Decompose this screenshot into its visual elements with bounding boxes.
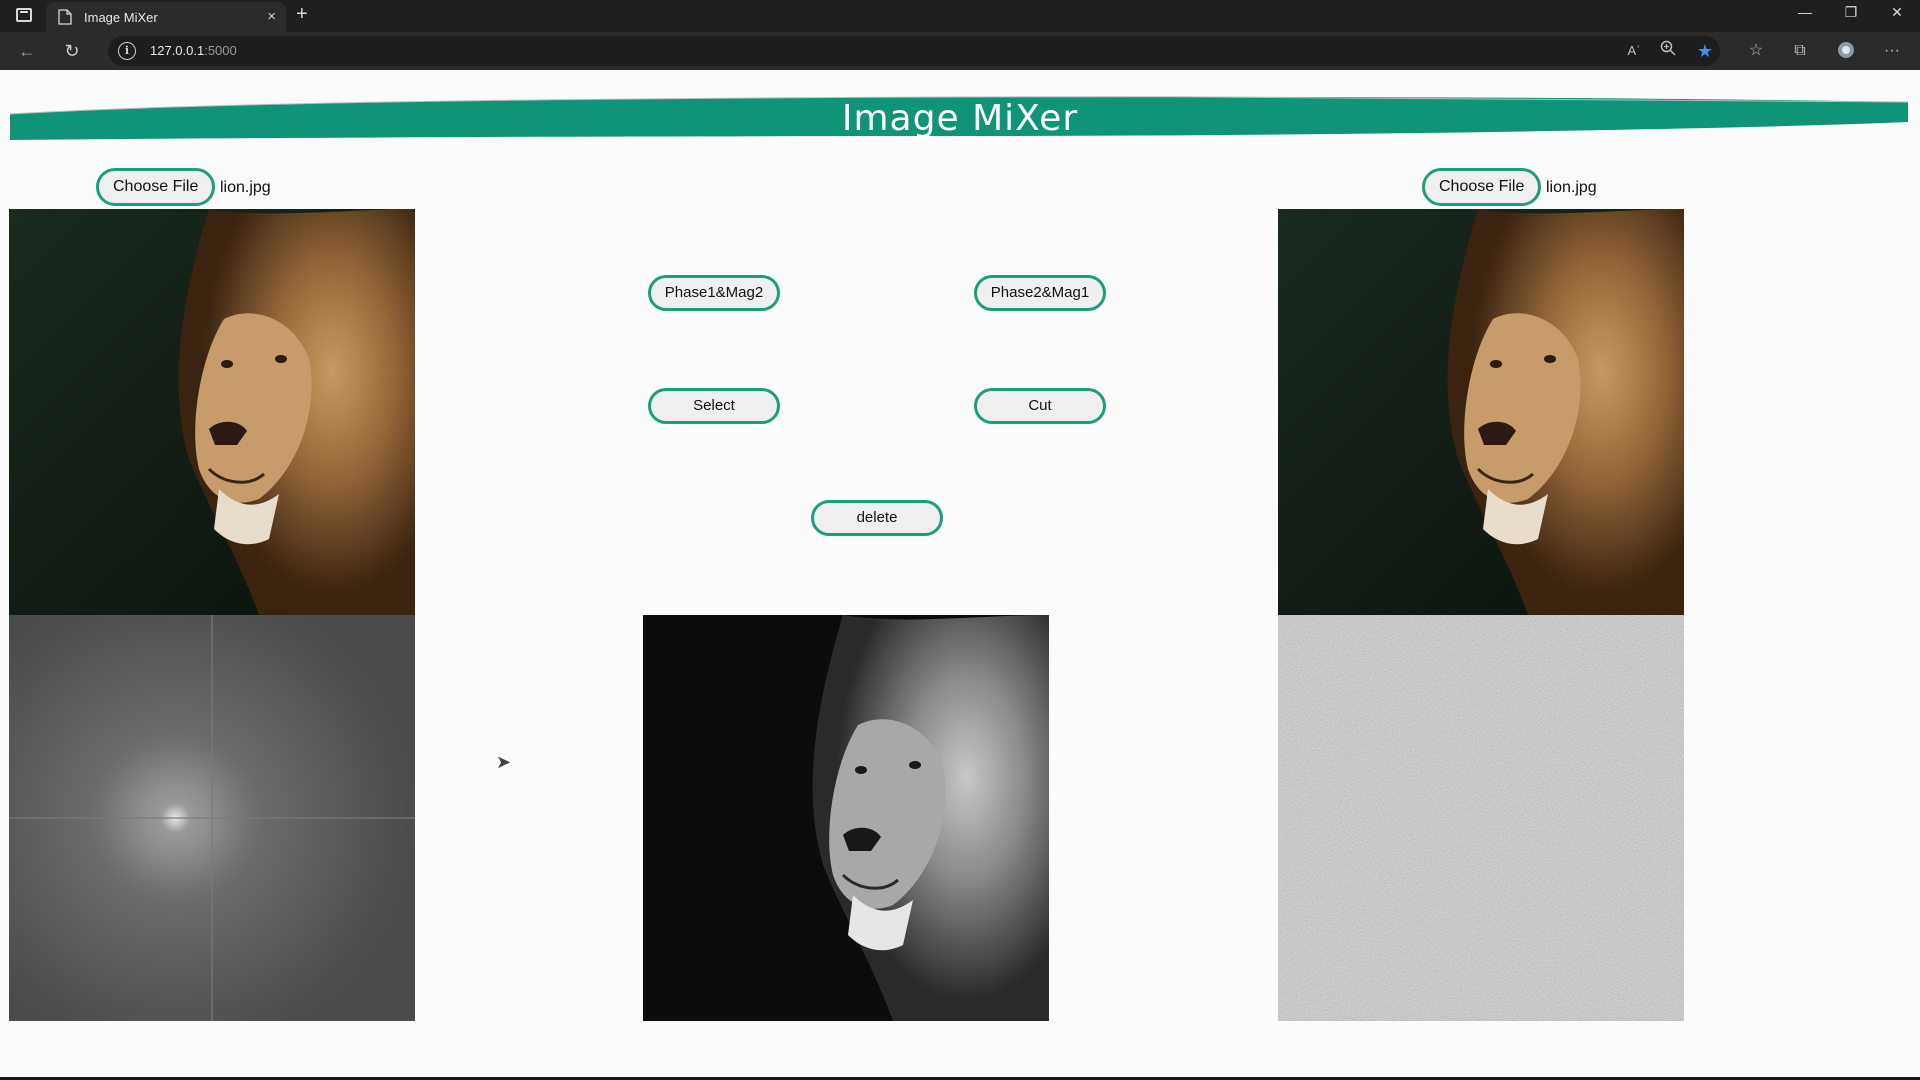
back-icon[interactable]: ← — [16, 40, 38, 62]
delete-button[interactable]: delete — [811, 500, 943, 536]
new-tab-button[interactable]: + — [296, 3, 308, 26]
browser-titlebar: Image MiXer × + — ❐ ✕ — [0, 0, 1920, 32]
phase2-mag1-button[interactable]: Phase2&Mag1 — [974, 275, 1106, 311]
page-icon — [58, 9, 72, 25]
read-aloud-icon[interactable]: Aʾ — [1622, 40, 1646, 62]
left-choose-file-button[interactable]: Choose File — [96, 168, 216, 206]
extensions-icon[interactable] — [1834, 40, 1858, 67]
browser-toolbar: ← ↻ i 127.0.0.1:5000 Aʾ ★ ☆ ⧉ ··· — [0, 32, 1920, 70]
mouse-cursor-icon: ➤ — [496, 752, 512, 772]
zoom-icon[interactable] — [1656, 40, 1680, 63]
url-text: 127.0.0.1:5000 — [150, 43, 237, 58]
right-choose-file-button[interactable]: Choose File — [1422, 168, 1542, 206]
cut-button[interactable]: Cut — [974, 388, 1106, 424]
more-menu-icon[interactable]: ··· — [1880, 40, 1904, 62]
right-phase-image — [1278, 615, 1684, 1021]
left-fft-image — [9, 615, 415, 1021]
phase1-mag2-button[interactable]: Phase1&Mag2 — [648, 275, 780, 311]
address-bar[interactable]: i 127.0.0.1:5000 — [108, 36, 1720, 66]
tab-close-icon[interactable]: × — [267, 8, 276, 25]
left-original-image — [9, 209, 415, 615]
minimize-button[interactable]: — — [1790, 4, 1820, 20]
right-original-image — [1278, 209, 1684, 615]
close-window-button[interactable]: ✕ — [1882, 4, 1912, 21]
output-image — [643, 615, 1049, 1021]
site-info-icon[interactable]: i — [118, 42, 136, 60]
restore-button[interactable]: ❐ — [1836, 4, 1866, 21]
left-file-name: lion.jpg — [220, 179, 271, 196]
browser-tab[interactable]: Image MiXer × — [46, 2, 286, 32]
tab-actions-icon[interactable] — [16, 8, 32, 22]
select-button[interactable]: Select — [648, 388, 780, 424]
tab-title: Image MiXer — [84, 10, 158, 25]
collections-icon[interactable]: ⧉ — [1788, 40, 1812, 62]
favorite-star-icon[interactable]: ★ — [1693, 40, 1717, 62]
favorites-icon[interactable]: ☆ — [1744, 40, 1768, 62]
page-title: Image MiXer — [841, 98, 1079, 139]
right-file-name: lion.jpg — [1546, 179, 1597, 196]
reload-icon[interactable]: ↻ — [61, 40, 83, 62]
